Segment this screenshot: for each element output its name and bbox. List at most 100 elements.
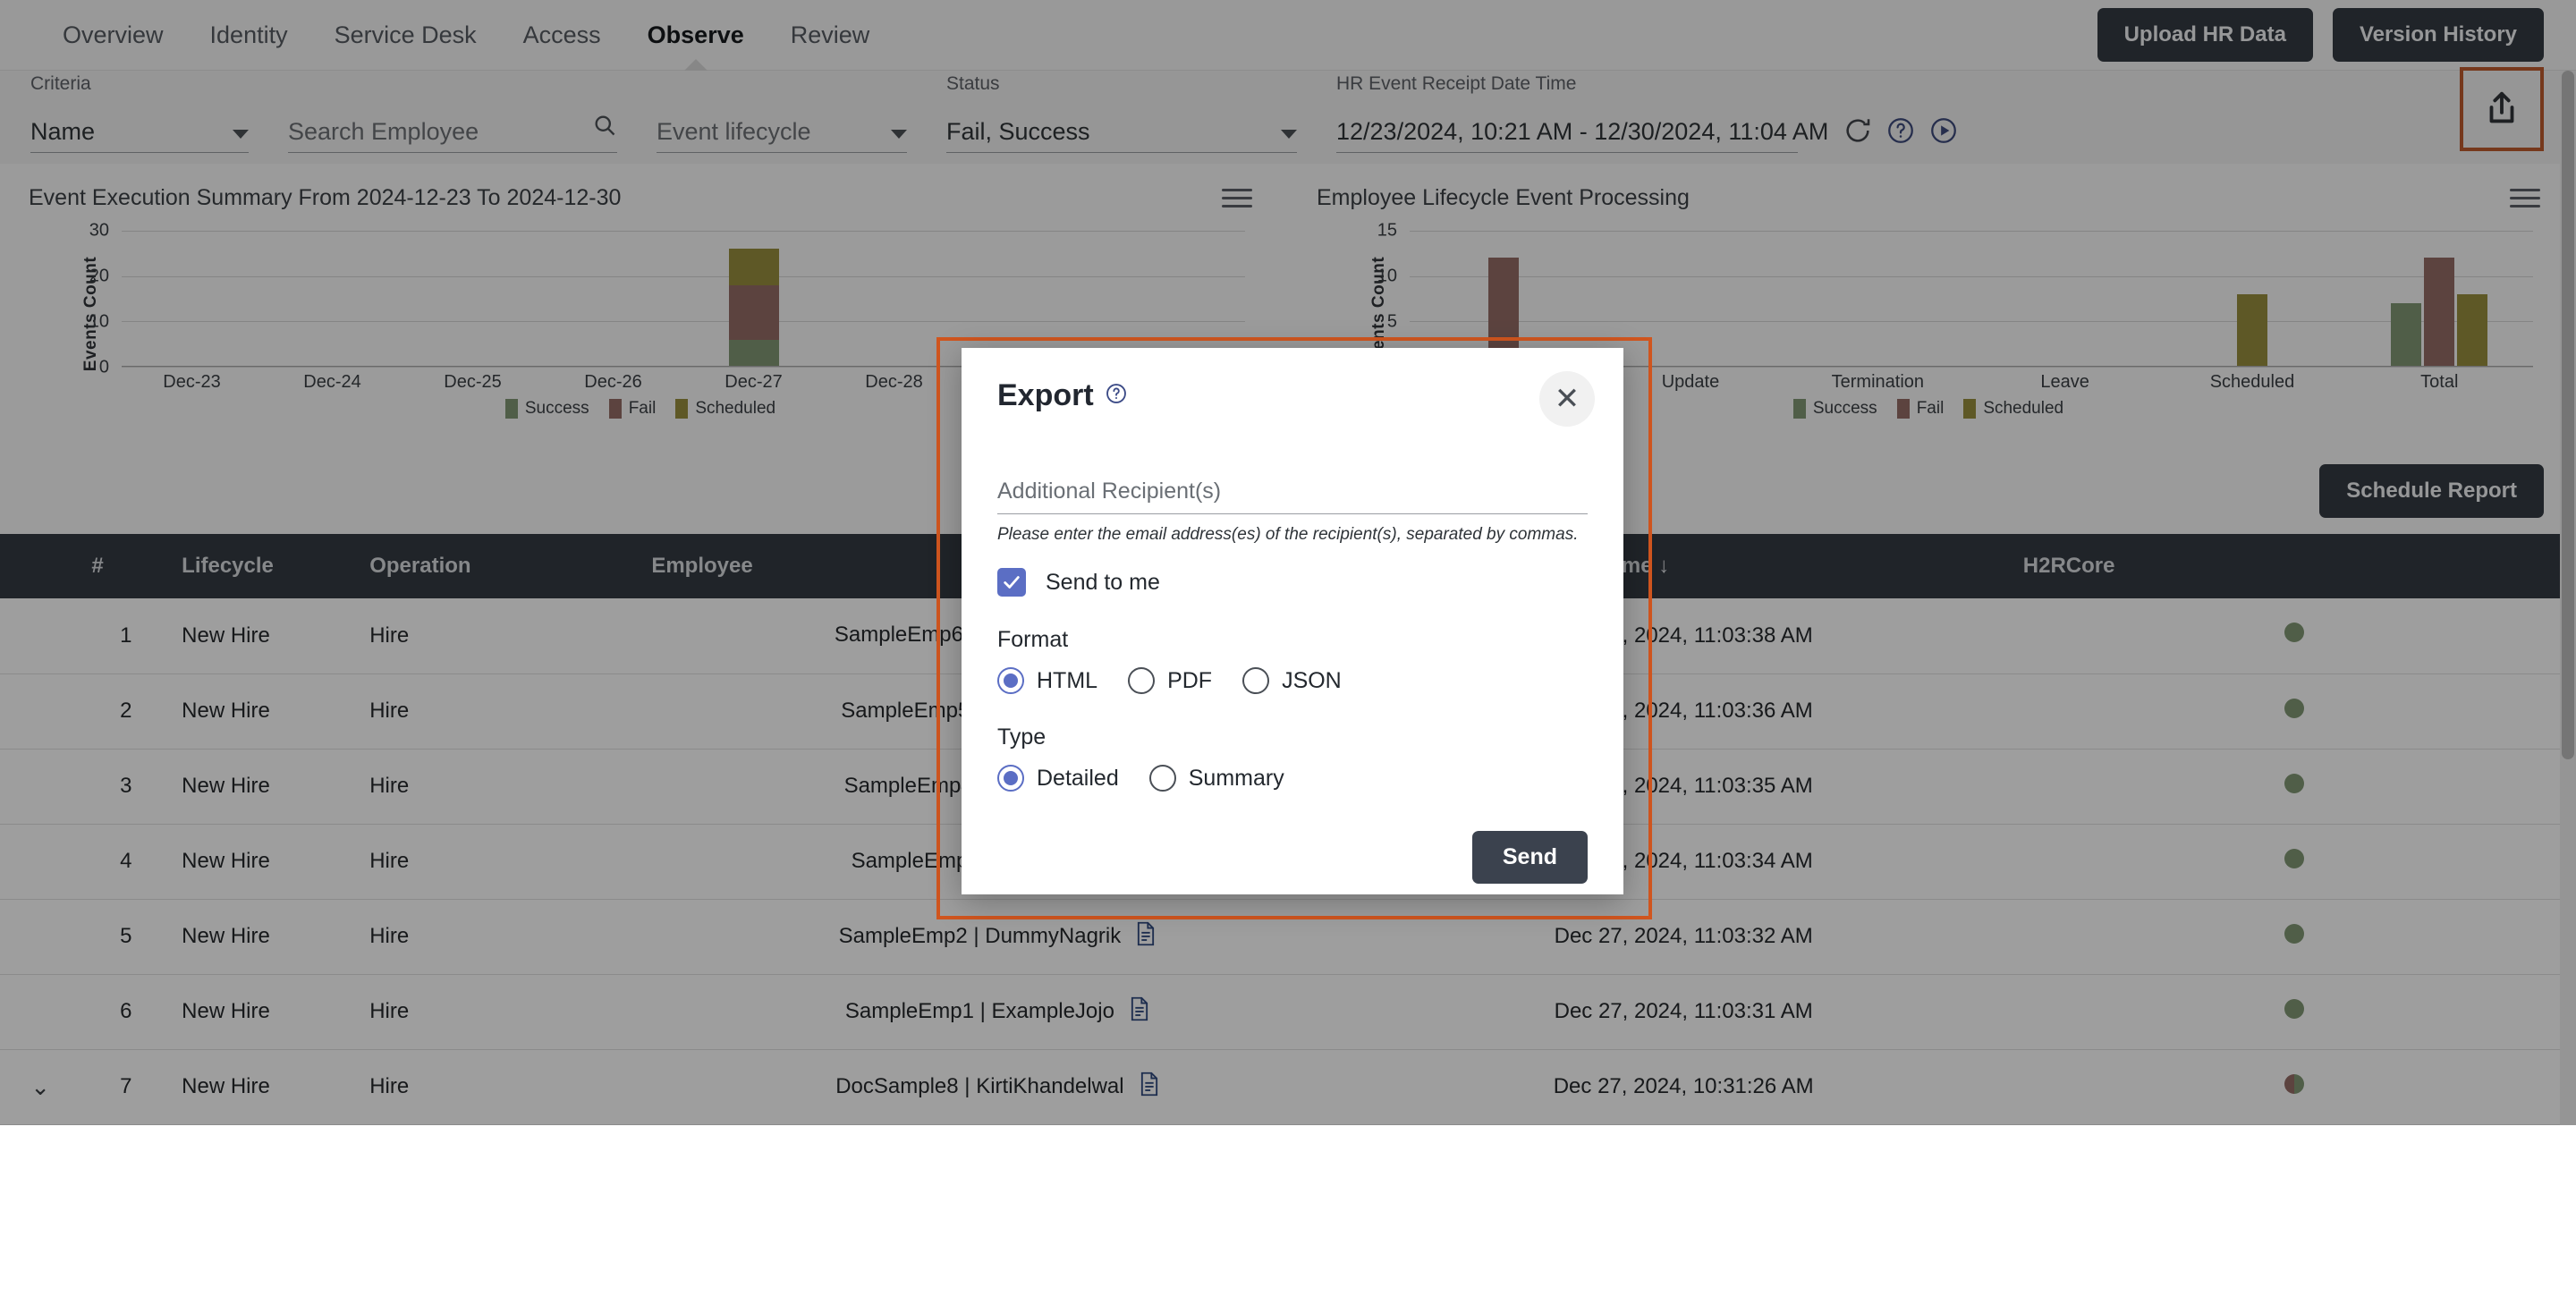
- stacked-bar[interactable]: [869, 231, 919, 367]
- row-index-cell: 6: [80, 974, 172, 1050]
- hamburger-menu-icon[interactable]: [1222, 189, 1252, 208]
- stacked-bar[interactable]: [1150, 231, 1200, 367]
- document-icon[interactable]: [1129, 996, 1150, 1028]
- stacked-bar[interactable]: [308, 231, 358, 367]
- header-actions: Upload HR Data Version History: [2097, 8, 2544, 62]
- chart-gridlines: 0 10 20 30: [89, 221, 1245, 377]
- send-to-me-row[interactable]: Send to me: [997, 568, 1588, 597]
- search-icon[interactable]: [592, 113, 617, 142]
- column-lifecycle[interactable]: Lifecycle: [171, 534, 360, 598]
- table-row[interactable]: 6 New Hire Hire SampleEmp1 | ExampleJojo Dec…: [0, 974, 2576, 1050]
- nav-tab-review[interactable]: Review: [767, 0, 894, 70]
- row-operation-cell: Hire: [359, 974, 641, 1050]
- legend-label: Scheduled: [695, 399, 776, 418]
- event-lifecycle-filter[interactable]: Event lifecycle: [657, 118, 907, 164]
- document-icon[interactable]: [1139, 1072, 1160, 1103]
- legend-item-scheduled[interactable]: Scheduled: [675, 399, 775, 419]
- radio-label: Summary: [1188, 765, 1284, 791]
- help-circle-icon[interactable]: [1885, 115, 1916, 146]
- chevron-down-icon[interactable]: ⌄: [30, 1073, 50, 1100]
- stacked-bar[interactable]: [167, 231, 217, 367]
- stacked-bar[interactable]: [448, 231, 498, 367]
- radio-button[interactable]: [997, 667, 1024, 694]
- upload-hr-data-button[interactable]: Upload HR Data: [2097, 8, 2313, 62]
- bar-slot: [964, 231, 1105, 367]
- format-option-json[interactable]: JSON: [1242, 667, 1342, 694]
- table-row[interactable]: 5 New Hire Hire SampleEmp2 | DummyNagrik Dec…: [0, 899, 2576, 975]
- hamburger-menu-icon[interactable]: [2510, 189, 2540, 208]
- bar-segment-success[interactable]: [728, 339, 779, 367]
- format-option-html[interactable]: HTML: [997, 667, 1097, 694]
- bar-fail[interactable]: [2424, 258, 2455, 367]
- status-badge: [2284, 998, 2304, 1019]
- type-option-summary[interactable]: Summary: [1148, 765, 1284, 792]
- export-share-button[interactable]: [2460, 67, 2544, 151]
- page-scrollbar[interactable]: [2560, 71, 2576, 1125]
- row-employee-cell: SampleEmp1 | ExampleJojo: [640, 974, 1355, 1050]
- close-icon[interactable]: ✕: [1539, 371, 1595, 427]
- status-value: Fail, Success: [946, 118, 1090, 145]
- refresh-icon[interactable]: [1843, 115, 1873, 146]
- bar-slot: [122, 231, 262, 367]
- nav-tab-access[interactable]: Access: [500, 0, 624, 70]
- radio-button[interactable]: [1242, 667, 1270, 694]
- help-circle-icon[interactable]: [1105, 378, 1128, 413]
- document-icon[interactable]: [1135, 921, 1157, 953]
- stacked-bar[interactable]: [589, 231, 639, 367]
- search-input-placeholder[interactable]: Search Employee: [288, 118, 479, 146]
- nav-tab-observe[interactable]: Observe: [624, 0, 767, 70]
- status-filter[interactable]: Status Fail, Success: [946, 73, 1297, 164]
- row-index-cell: 5: [80, 899, 172, 975]
- column-h2rcore[interactable]: H2RCore: [2012, 534, 2576, 598]
- table-row[interactable]: ⌄ 7 New Hire Hire DocSample8 | KirtiKhandelw…: [0, 1049, 2576, 1125]
- legend-swatch: [608, 399, 622, 419]
- criteria-filter[interactable]: Criteria Name: [30, 73, 249, 164]
- hr-event-date-range-filter[interactable]: HR Event Receipt Date Time 12/23/2024, 1…: [1336, 73, 1828, 164]
- legend-item-fail[interactable]: Fail: [1896, 399, 1944, 419]
- chart-gridlines: 051015: [1377, 221, 2533, 377]
- nav-tab-overview[interactable]: Overview: [39, 0, 187, 70]
- row-operation-cell: Hire: [359, 1049, 641, 1125]
- row-expand-cell: [0, 824, 81, 900]
- x-axis-tick: Dec-25: [444, 372, 502, 392]
- legend-swatch: [1792, 399, 1806, 419]
- scrollbar-thumb[interactable]: [2562, 71, 2574, 759]
- bar-segment-scheduled[interactable]: [728, 249, 779, 285]
- x-axis-tick: Dec-23: [163, 372, 221, 392]
- additional-recipients-input[interactable]: [997, 477, 1588, 514]
- row-expand-cell[interactable]: ⌄: [0, 1049, 81, 1125]
- type-option-detailed[interactable]: Detailed: [997, 765, 1119, 792]
- export-button-wrapper: [2460, 67, 2544, 164]
- send-button[interactable]: Send: [1471, 831, 1588, 884]
- radio-button[interactable]: [1148, 765, 1176, 792]
- nav-tab-identity[interactable]: Identity: [187, 0, 311, 70]
- legend-item-success[interactable]: Success: [504, 399, 589, 419]
- send-to-me-checkbox[interactable]: [997, 568, 1026, 597]
- column-index[interactable]: #: [80, 534, 172, 598]
- schedule-report-button[interactable]: Schedule Report: [2319, 464, 2544, 518]
- bar-scheduled[interactable]: [2457, 293, 2488, 367]
- nav-tab-service-desk[interactable]: Service Desk: [311, 0, 500, 70]
- row-lifecycle-cell: New Hire: [171, 749, 360, 825]
- version-history-button[interactable]: Version History: [2332, 8, 2544, 62]
- search-employee-field[interactable]: Search Employee: [288, 113, 617, 164]
- bar-success[interactable]: [2391, 303, 2422, 367]
- radio-label: PDF: [1167, 667, 1213, 693]
- stacked-bar[interactable]: [1010, 231, 1060, 367]
- y-axis-tick: 10: [89, 311, 109, 332]
- radio-button[interactable]: [997, 765, 1024, 792]
- column-operation[interactable]: Operation: [359, 534, 641, 598]
- legend-item-scheduled[interactable]: Scheduled: [1963, 399, 2063, 419]
- chevron-down-icon: [233, 130, 249, 139]
- radio-button[interactable]: [1128, 667, 1156, 694]
- bar-segment-fail[interactable]: [728, 284, 779, 340]
- row-expand-cell: [0, 749, 81, 825]
- format-option-pdf[interactable]: PDF: [1128, 667, 1212, 694]
- bar-scheduled[interactable]: [2236, 293, 2267, 367]
- stacked-bar[interactable]: [728, 231, 779, 367]
- play-circle-icon[interactable]: [1928, 115, 1959, 146]
- bar-slot: [1105, 231, 1245, 367]
- legend-item-fail[interactable]: Fail: [608, 399, 656, 419]
- status-label: Status: [946, 73, 1000, 94]
- legend-item-success[interactable]: Success: [1792, 399, 1877, 419]
